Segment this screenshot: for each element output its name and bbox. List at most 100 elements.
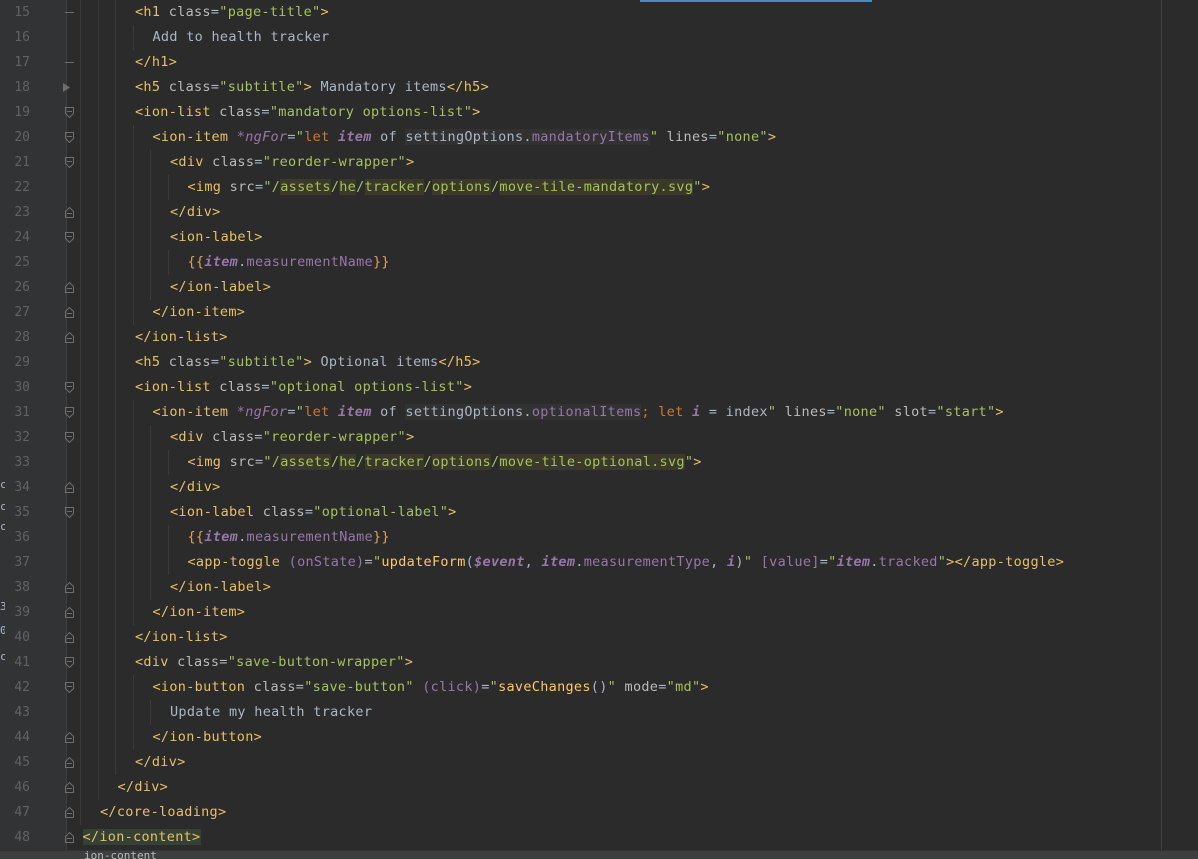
code-line[interactable]: 36 {{item.measurementName}} <box>0 525 1198 550</box>
code-text[interactable]: </div> <box>118 775 169 800</box>
code-text[interactable]: </ion-button> <box>153 725 263 750</box>
code-text[interactable]: {{item.measurementName}} <box>188 525 390 550</box>
code-line[interactable]: 39 </ion-item> <box>0 600 1198 625</box>
code-text[interactable]: <ion-label> <box>170 225 263 250</box>
code-line[interactable]: 23 </div> <box>0 200 1198 225</box>
fold-marker-icon[interactable] <box>65 7 74 18</box>
code-text[interactable]: </div> <box>170 475 221 500</box>
code-line[interactable]: 34 </div> <box>0 475 1198 500</box>
code-line[interactable]: 27 </ion-item> <box>0 300 1198 325</box>
fold-open-icon[interactable] <box>65 382 74 393</box>
code-line[interactable]: 42 <ion-button class="save-button" (click… <box>0 675 1198 700</box>
code-text[interactable]: <img src="/assets/he/tracker/options/mov… <box>188 450 702 475</box>
indent-guide <box>97 125 99 150</box>
fold-open-icon[interactable] <box>65 107 74 118</box>
fold-open-icon[interactable] <box>65 132 74 143</box>
code-line[interactable]: 18 <h5 class="subtitle"> Mandatory items<… <box>0 75 1198 100</box>
fold-marker-icon[interactable] <box>65 57 74 68</box>
code-line[interactable]: 43 Update my health tracker <box>0 700 1198 725</box>
code-line[interactable]: 44 </ion-button> <box>0 725 1198 750</box>
code-text[interactable]: <app-toggle (onState)="updateForm($event… <box>188 550 1065 575</box>
code-text[interactable]: </core-loading> <box>100 800 226 825</box>
fold-open-icon[interactable] <box>65 657 74 668</box>
code-line[interactable]: 24 <ion-label> <box>0 225 1198 250</box>
code-text[interactable]: <ion-button class="save-button" (click)=… <box>153 675 709 700</box>
fold-open-icon[interactable] <box>65 232 74 243</box>
fold-close-icon[interactable] <box>65 282 74 293</box>
code-text[interactable]: Update my health tracker <box>170 700 372 725</box>
code-text[interactable]: <ion-item *ngFor="let item of settingOpt… <box>153 125 777 150</box>
code-text[interactable]: </ion-item> <box>153 300 246 325</box>
fold-close-icon[interactable] <box>65 307 74 318</box>
code-line[interactable]: 46 </div> <box>0 775 1198 800</box>
fold-close-icon[interactable] <box>65 207 74 218</box>
code-line[interactable]: 31 <ion-item *ngFor="let item of settingO… <box>0 400 1198 425</box>
fold-open-icon[interactable] <box>65 507 74 518</box>
code-text[interactable]: {{item.measurementName}} <box>188 250 390 275</box>
code-text[interactable]: <ion-item *ngFor="let item of settingOpt… <box>153 400 1004 425</box>
fold-close-icon[interactable] <box>65 782 74 793</box>
code-text[interactable]: <h1 class="page-title"> <box>135 0 329 25</box>
code-token: "reorder-wrapper" <box>262 429 406 445</box>
code-text[interactable]: <h5 class="subtitle"> Optional items</h5… <box>135 350 481 375</box>
fold-open-icon[interactable] <box>65 407 74 418</box>
fold-close-icon[interactable] <box>65 482 74 493</box>
code-line[interactable]: 17 </h1> <box>0 50 1198 75</box>
code-token: > <box>767 129 777 145</box>
code-line[interactable]: 47 </core-loading> <box>0 800 1198 825</box>
code-text[interactable]: <ion-list class="mandatory options-list"… <box>135 100 481 125</box>
code-line[interactable]: 25 {{item.measurementName}} <box>0 250 1198 275</box>
fold-close-icon[interactable] <box>65 632 74 643</box>
code-text[interactable]: <ion-list class="optional options-list"> <box>135 375 472 400</box>
code-line[interactable]: 21 <div class="reorder-wrapper"> <box>0 150 1198 175</box>
code-text[interactable]: <div class="reorder-wrapper"> <box>170 150 414 175</box>
code-text[interactable]: <ion-label class="optional-label"> <box>170 500 457 525</box>
indent-guide <box>80 650 81 675</box>
code-text[interactable]: <div class="save-button-wrapper"> <box>135 650 413 675</box>
code-line[interactable]: 48 </ion-content> <box>0 825 1198 850</box>
code-token: > <box>404 654 414 670</box>
fold-open-icon[interactable] <box>65 432 74 443</box>
code-text[interactable]: <img src="/assets/he/tracker/options/mov… <box>188 175 711 200</box>
code-text[interactable]: </ion-label> <box>170 575 271 600</box>
code-line[interactable]: 33 <img src="/assets/he/tracker/options/m… <box>0 450 1198 475</box>
code-text[interactable]: </ion-content> <box>82 825 201 850</box>
code-line[interactable]: 30 <ion-list class="optional options-list… <box>0 375 1198 400</box>
code-line[interactable]: 20 <ion-item *ngFor="let item of settingO… <box>0 125 1198 150</box>
fold-open-icon[interactable] <box>65 682 74 693</box>
expand-arrow-icon[interactable] <box>62 82 71 93</box>
fold-close-icon[interactable] <box>65 757 74 768</box>
code-text[interactable]: Add to health tracker <box>153 25 330 50</box>
code-line[interactable]: 28 </ion-list> <box>0 325 1198 350</box>
code-line[interactable]: 19 <ion-list class="mandatory options-lis… <box>0 100 1198 125</box>
fold-close-icon[interactable] <box>65 807 74 818</box>
code-line[interactable]: 32 <div class="reorder-wrapper"> <box>0 425 1198 450</box>
code-line[interactable]: 29 <h5 class="subtitle"> Optional items</… <box>0 350 1198 375</box>
code-text[interactable]: </ion-list> <box>135 625 228 650</box>
code-text[interactable]: <h5 class="subtitle"> Mandatory items</h… <box>135 75 489 100</box>
code-line[interactable]: 45 </div> <box>0 750 1198 775</box>
code-text[interactable]: <div class="reorder-wrapper"> <box>170 425 414 450</box>
code-text[interactable]: </ion-list> <box>135 325 228 350</box>
code-line[interactable]: 37 <app-toggle (onState)="updateForm($eve… <box>0 550 1198 575</box>
code-text[interactable]: </div> <box>170 200 221 225</box>
fold-close-icon[interactable] <box>65 832 74 843</box>
fold-open-icon[interactable] <box>65 157 74 168</box>
code-line[interactable]: 22 <img src="/assets/he/tracker/options/m… <box>0 175 1198 200</box>
code-line[interactable]: 35 <ion-label class="optional-label"> <box>0 500 1198 525</box>
code-text[interactable]: </ion-item> <box>153 600 246 625</box>
code-text[interactable]: </h1> <box>135 50 177 75</box>
code-text[interactable]: </ion-label> <box>170 275 271 300</box>
fold-close-icon[interactable] <box>65 332 74 343</box>
fold-close-icon[interactable] <box>65 582 74 593</box>
code-line[interactable]: 26 </ion-label> <box>0 275 1198 300</box>
code-line[interactable]: 15 <h1 class="page-title"> <box>0 0 1198 25</box>
code-line[interactable]: 16 Add to health tracker <box>0 25 1198 50</box>
code-line[interactable]: 41 <div class="save-button-wrapper"> <box>0 650 1198 675</box>
code-text[interactable]: </div> <box>135 750 186 775</box>
code-editor[interactable]: c c c 3 0 c 15 <h1 class="page-title"> 16 A… <box>0 0 1198 850</box>
code-line[interactable]: 40 </ion-list> <box>0 625 1198 650</box>
code-line[interactable]: 38 </ion-label> <box>0 575 1198 600</box>
fold-close-icon[interactable] <box>65 732 74 743</box>
fold-close-icon[interactable] <box>65 607 74 618</box>
